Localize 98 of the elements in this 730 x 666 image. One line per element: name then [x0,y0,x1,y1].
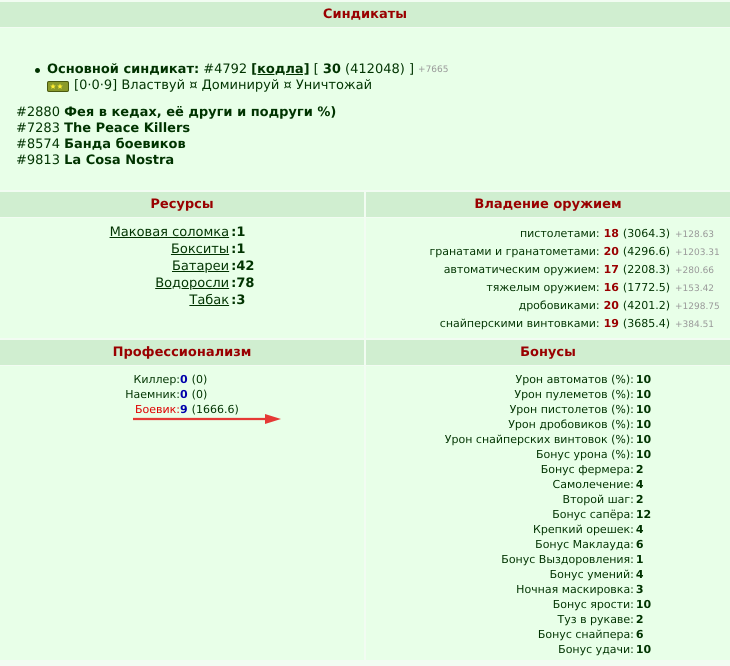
bonus-name: Бонус Маклауда: [534,538,634,553]
section-title: Синдикаты [0,2,730,27]
skill-level: 16 [604,280,619,294]
bonus-value: 4 [634,523,645,538]
section-title: Ресурсы [0,192,364,217]
bonus-name: Второй шаг: [562,493,634,508]
skill-level: 20 [604,298,619,312]
profession-name: Боевик: [134,403,180,416]
bonus-value: 2 [634,613,645,628]
bonus-name: Урон пулеметов (%): [513,388,634,403]
skill-level: 19 [604,316,619,330]
skill-points: (3064.3) [622,226,670,240]
bonus-value: 1 [634,553,645,568]
bonus-value: 10 [634,388,652,403]
bonus-name: Урон пистолетов (%): [508,403,634,418]
resource-link[interactable]: Бокситы [170,242,230,258]
weapon-skill-name: снайперскими винтовками: [438,316,601,332]
main-syndicate-label: Основной синдикат: [47,62,200,78]
skill-gain: +1203.31 [675,248,721,260]
allied-syndicate: #9813 La Cosa Nostra [16,153,174,169]
skill-points: (1772.5) [622,280,670,294]
skill-level: 20 [604,244,619,258]
bonus-value: 10 [634,373,652,388]
section-title: Владение оружием [366,192,730,217]
syndicate-id: #4792 [203,62,248,78]
bonus-name: Бонус ярости: [552,598,634,613]
skill-points: (2208.3) [622,262,670,276]
profession-level: 9 [180,403,188,416]
skill-level: 18 [604,226,619,240]
bonus-value: 3 [634,583,645,598]
profession-name: Киллер: [134,373,180,386]
section-title: Бонусы [366,340,730,365]
profession-level: 0 [180,373,188,386]
bonus-name: Урон автоматов (%): [514,373,634,388]
bonus-value: 2 [634,493,645,508]
weapon-skill-name: пистолетами: [518,226,601,242]
bonus-value: 6 [634,538,645,553]
weapon-skill-name: гранатами и гранатометами: [428,244,601,260]
profession-points: (0) [192,388,208,402]
bonus-value: 10 [634,643,652,658]
syndicate-level: [ 30 (412048) ] [314,62,414,78]
bonus-name: Урон дробовиков (%): [507,418,634,433]
bonus-name: Туз в рукаве: [556,613,634,628]
profession-level: 0 [180,388,188,402]
resource-count: :1 [229,225,254,242]
bonus-value: 12 [634,508,652,523]
skill-points: (4201.2) [622,298,670,312]
weapon-skill-name: автоматическим оружием: [442,262,601,278]
skill-gain: +280.66 [675,266,716,278]
profession-points: (1666.6) [192,403,239,416]
skill-gain: +384.51 [675,320,716,332]
bonus-name: Ночная маскировка: [515,583,634,598]
bonus-value: 4 [634,478,645,493]
skill-gain: +1298.75 [675,302,721,314]
bullet-icon [35,68,40,72]
bonus-name: Урон снайперских винтовок (%): [444,433,634,448]
bonus-name: Бонус Выздоровления: [500,553,634,568]
syndicate-gain: +7665 [418,64,448,77]
bonus-value: 4 [634,568,645,583]
bonus-value: 10 [634,418,652,433]
bonus-value: 10 [634,403,652,418]
bonus-name: Бонус снайпера: [536,628,634,643]
bonus-name: Бонус удачи: [557,643,634,658]
bonus-name: Бонус фермера: [540,463,634,478]
bonus-value: 10 [634,598,652,613]
syndicate-link[interactable]: [кодла] [251,62,310,78]
skill-points: (4296.6) [622,244,670,258]
allied-syndicate: #2880 Фея в кедах, её други и подруги %) [16,105,336,121]
profession-points: (0) [192,373,208,386]
resource-count: :1 [229,242,254,259]
weapon-skill-name: тяжелым оружием: [485,280,601,296]
rank-badge-icon [47,80,69,92]
skill-gain: +128.63 [675,230,716,242]
section-title: Профессионализм [0,340,364,365]
skill-points: (3685.4) [622,316,670,330]
resource-link[interactable]: Водоросли [155,276,230,292]
weapon-skill-name: дробовиками: [518,298,601,314]
bonus-name: Бонус сапёра: [551,508,634,523]
bonus-value: 6 [634,628,645,643]
resource-link[interactable]: Маковая соломка [110,225,230,240]
resource-count: :3 [229,293,254,310]
allied-syndicate: #8574 Банда боевиков [16,137,186,153]
resource-link[interactable]: Табак [189,293,230,308]
bonus-name: Бонус умений: [548,568,634,583]
profession-name: Наемник: [125,388,180,402]
resource-count: :78 [229,276,254,293]
skill-gain: +153.42 [675,284,716,296]
bonus-value: 2 [634,463,645,478]
bonus-value: 10 [634,433,652,448]
bonus-name: Самолечение: [552,478,634,493]
bonus-name: Бонус урона (%): [534,448,634,463]
resource-link[interactable]: Батареи [172,259,230,274]
allied-syndicate: #7283 The Peace Killers [16,121,190,137]
syndicate-motto: [0·0·9] Властвуй ¤ Доминируй ¤ Уничтожай [74,78,372,94]
bonus-value: 10 [634,448,652,463]
bonus-name: Крепкий орешек: [532,523,634,538]
skill-level: 17 [604,262,619,276]
resource-count: :42 [229,259,254,276]
